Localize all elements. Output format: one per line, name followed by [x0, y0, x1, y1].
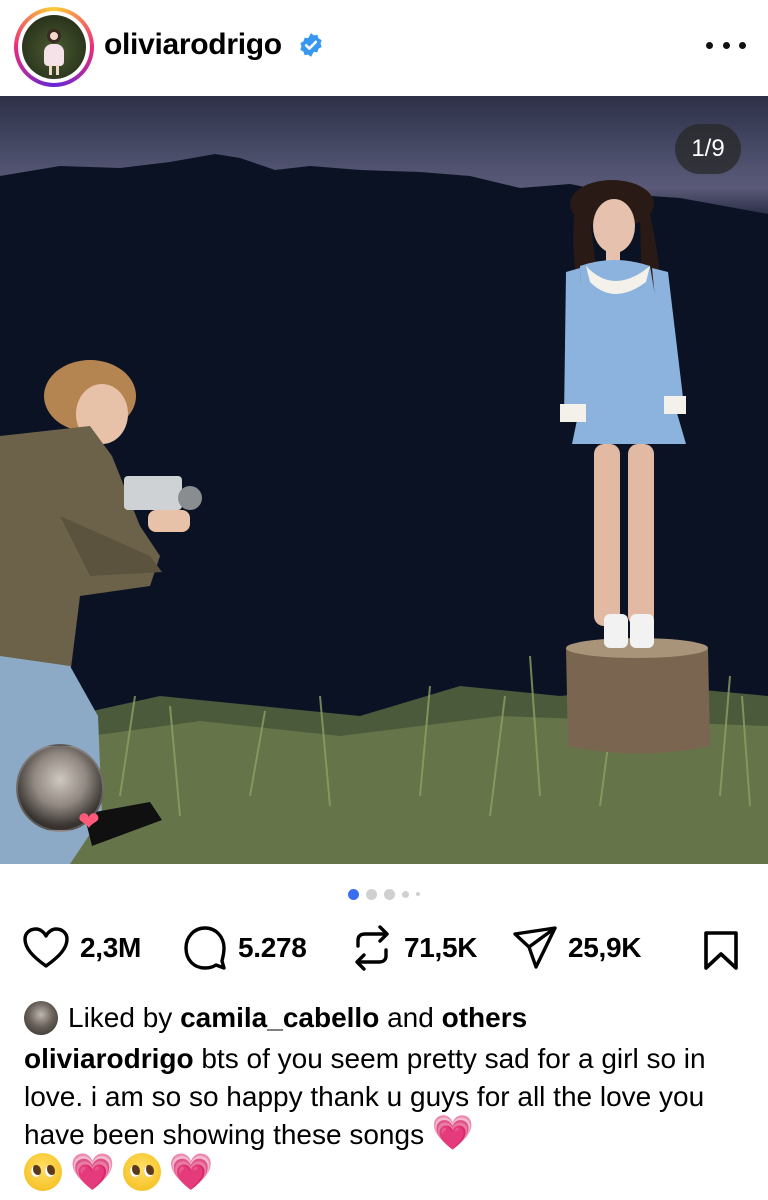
carousel-dot: [402, 890, 409, 898]
carousel-counter: 1/9: [675, 124, 741, 174]
repost-action[interactable]: 71,5K: [350, 924, 478, 972]
pleading-face-emoji: [24, 1153, 62, 1191]
pink-heart-emoji: 💗: [168, 1151, 214, 1192]
caption-username[interactable]: oliviarodrigo: [24, 1043, 194, 1074]
liked-by-others[interactable]: others: [442, 1002, 528, 1034]
liked-by-connector: and: [387, 1002, 434, 1033]
post-header: oliviarodrigo: [0, 0, 768, 96]
liked-by-prefix: Liked by: [68, 1002, 173, 1033]
liker-avatar: [24, 1001, 58, 1035]
pink-heart-emoji: 💗: [431, 1114, 475, 1152]
caption-emoji-row: 💗 💗: [24, 1150, 214, 1194]
carousel-dot: [366, 888, 377, 900]
action-bar: 2,3M 5.278 71,5K 25,9K: [0, 920, 768, 976]
liked-by-row[interactable]: Liked by camila_cabello and others: [24, 1000, 527, 1036]
pink-heart-emoji: 💗: [70, 1151, 115, 1192]
comment-count: 5.278: [238, 932, 307, 963]
more-options-icon[interactable]: [706, 30, 746, 60]
verified-badge-icon: [300, 33, 322, 57]
photo-scene: [0, 154, 768, 864]
like-count: 2,3M: [80, 932, 142, 963]
pleading-face-emoji: [122, 1153, 161, 1191]
like-action[interactable]: 2,3M: [22, 924, 141, 972]
carousel-dot: [384, 888, 395, 900]
liker-username[interactable]: camila_cabello: [180, 1002, 379, 1034]
profile-avatar[interactable]: [14, 7, 94, 87]
carousel-dot: [416, 892, 420, 896]
post-photo[interactable]: 1/9 ❤: [0, 96, 768, 864]
post-caption: oliviarodrigo bts of you seem pretty sad…: [24, 1040, 744, 1154]
comment-action[interactable]: 5.278: [182, 924, 307, 972]
bookmark-icon[interactable]: [702, 930, 740, 970]
share-action[interactable]: 25,9K: [512, 924, 642, 972]
heart-icon[interactable]: [22, 926, 70, 970]
post-username[interactable]: oliviarodrigo: [104, 28, 282, 62]
comment-icon[interactable]: [182, 925, 228, 971]
repost-icon[interactable]: [350, 924, 394, 972]
carousel-dot-active: [348, 888, 359, 900]
share-icon[interactable]: [512, 925, 558, 971]
share-count: 25,9K: [568, 932, 642, 963]
repost-count: 71,5K: [404, 932, 478, 963]
carousel-indicator: [0, 884, 768, 904]
reaction-heart-icon: ❤: [78, 806, 100, 836]
